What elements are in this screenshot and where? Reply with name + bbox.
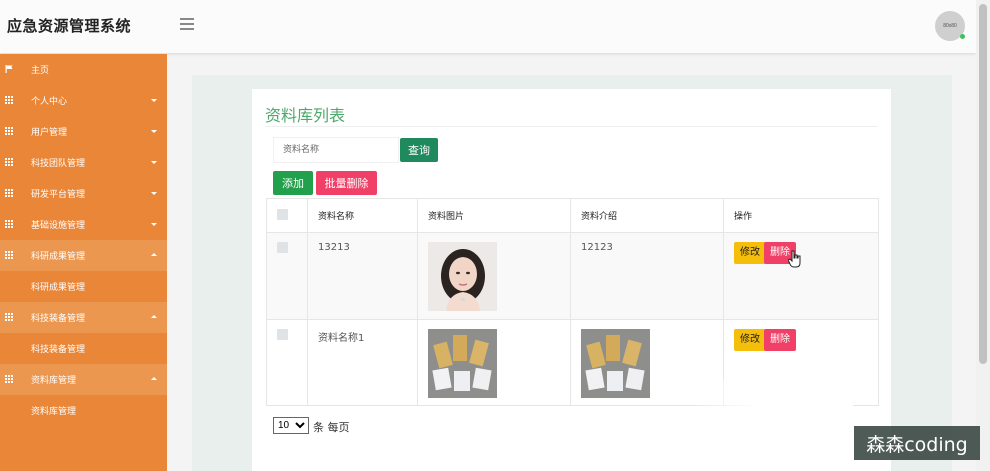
sidebar-item-label: 科技装备管理: [31, 314, 86, 324]
sidebar-item-label: 研发平台管理: [31, 190, 86, 200]
sidebar-item-equipment[interactable]: 科技装备管理: [0, 302, 167, 333]
avatar-text: 80x80: [943, 23, 957, 29]
chevron-down-icon: [151, 99, 157, 102]
title-divider: [265, 126, 878, 127]
batch-delete-button[interactable]: 批量删除: [316, 171, 377, 195]
actions-cell: 修改 删除: [723, 232, 879, 320]
sidebar-item-label: 基础设施管理: [31, 221, 86, 231]
grid-icon: [5, 158, 14, 166]
sidebar-subitem-equipment[interactable]: 科技装备管理: [0, 333, 167, 364]
grid-icon: [5, 96, 14, 104]
name-value: 资料名称1: [318, 333, 365, 344]
sidebar-item-teams[interactable]: 科技团队管理: [0, 147, 167, 178]
watermark: 森森coding: [854, 426, 980, 460]
sidebar-subitem-achievements[interactable]: 科研成果管理: [0, 271, 167, 302]
row-checkbox[interactable]: [277, 242, 288, 253]
hand-cursor-icon: [788, 250, 801, 268]
page-size-label: 条 每页: [313, 421, 350, 434]
intro-value: 12123: [581, 242, 613, 253]
edit-button[interactable]: 修改: [734, 329, 766, 351]
chevron-down-icon: [151, 130, 157, 133]
sidebar-item-label: 科研成果管理: [31, 252, 86, 262]
flag-icon: [5, 65, 13, 73]
video-overlay-fade: [693, 380, 853, 471]
intro-cell: 12123: [570, 232, 724, 320]
chevron-up-icon: [151, 315, 157, 318]
row-select-cell: [266, 232, 308, 320]
grid-icon: [5, 220, 14, 228]
search-button[interactable]: 查询: [400, 138, 438, 162]
online-status-dot: [960, 34, 965, 39]
grid-icon: [5, 313, 14, 321]
top-header: 应急资源管理系统 80x80: [0, 0, 976, 53]
sidebar-item-achievements[interactable]: 科研成果管理: [0, 240, 167, 271]
column-header[interactable]: 资料介绍: [570, 198, 724, 233]
select-all-cell: [266, 198, 308, 233]
row-checkbox[interactable]: [277, 329, 288, 340]
app-title: 应急资源管理系统: [7, 17, 132, 35]
sidebar-item-profile[interactable]: 个人中心: [0, 85, 167, 116]
grid-icon: [5, 127, 14, 135]
scrollbar-thumb[interactable]: [979, 4, 987, 364]
add-button[interactable]: 添加: [273, 171, 313, 195]
data-table: 资料名称 资料图片 资料介绍 操作 13213 12123 修改 删除 资料名称…: [266, 198, 879, 406]
select-all-checkbox[interactable]: [277, 208, 288, 220]
table-header-row: 资料名称 资料图片 资料介绍 操作: [266, 198, 879, 233]
sidebar-item-label: 科技团队管理: [31, 159, 86, 169]
name-cell: 13213: [307, 232, 418, 320]
sidebar-item-infrastructure[interactable]: 基础设施管理: [0, 209, 167, 240]
page-title: 资料库列表: [265, 106, 346, 125]
portrait-image[interactable]: [428, 242, 497, 311]
sidebar-item-label: 用户管理: [31, 128, 68, 138]
table-row: 13213 12123 修改 删除: [266, 232, 879, 320]
sidebar-item-platforms[interactable]: 研发平台管理: [0, 178, 167, 209]
grid-icon: [5, 189, 14, 197]
sidebar-item-label: 资料库管理: [31, 376, 77, 386]
column-header[interactable]: 资料图片: [417, 198, 571, 233]
page-scrollbar[interactable]: [976, 0, 990, 471]
search-input[interactable]: [273, 137, 399, 163]
column-header: 操作: [723, 198, 879, 233]
sidebar-item-library[interactable]: 资料库管理: [0, 364, 167, 395]
name-cell: 资料名称1: [307, 319, 418, 406]
row-select-cell: [266, 319, 308, 406]
sidebar-item-label: 个人中心: [31, 97, 68, 107]
delete-button[interactable]: 删除: [764, 329, 796, 351]
grid-icon: [5, 375, 14, 383]
chevron-down-icon: [151, 192, 157, 195]
menu-toggle-icon[interactable]: [180, 18, 194, 30]
chevron-down-icon: [151, 223, 157, 226]
sidebar-item-label: 主页: [31, 66, 50, 76]
column-header[interactable]: 资料名称: [307, 198, 418, 233]
sidebar-subitem-library[interactable]: 资料库管理: [0, 395, 167, 426]
sidebar-item-users[interactable]: 用户管理: [0, 116, 167, 147]
chevron-up-icon: [151, 253, 157, 256]
packets-image[interactable]: [428, 329, 497, 398]
edit-button[interactable]: 修改: [734, 242, 766, 264]
image-cell: [417, 232, 571, 320]
sidebar-item-home[interactable]: 主页: [0, 54, 167, 85]
page-size-select[interactable]: 10: [273, 417, 309, 434]
name-value: 13213: [318, 242, 350, 253]
chevron-up-icon: [151, 377, 157, 380]
chevron-down-icon: [151, 161, 157, 164]
packets-image[interactable]: [581, 329, 650, 398]
sidebar: 主页 个人中心 用户管理 科技团队管理 研发平台管理 基础设施管理 科研成果管理…: [0, 54, 167, 471]
avatar[interactable]: 80x80: [935, 11, 965, 41]
image-cell: [417, 319, 571, 406]
grid-icon: [5, 251, 14, 259]
